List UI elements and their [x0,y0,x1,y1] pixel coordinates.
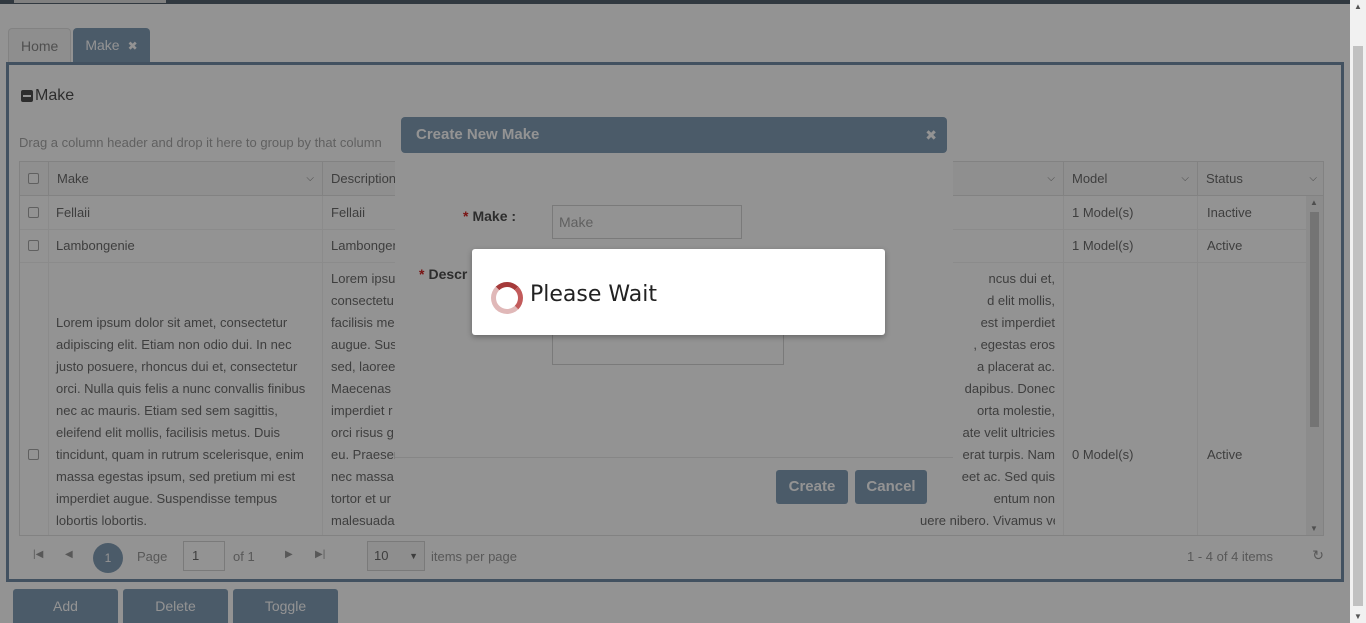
page-scrollbar[interactable]: ▲ ▼ [1350,0,1366,623]
scroll-down-icon[interactable]: ▼ [1354,612,1362,621]
spinner-icon [491,282,523,314]
scroll-thumb[interactable] [1353,46,1363,606]
scroll-up-icon[interactable]: ▲ [1354,2,1362,11]
loading-text: Please Wait [530,282,657,307]
loading-dialog: Please Wait [472,249,885,335]
